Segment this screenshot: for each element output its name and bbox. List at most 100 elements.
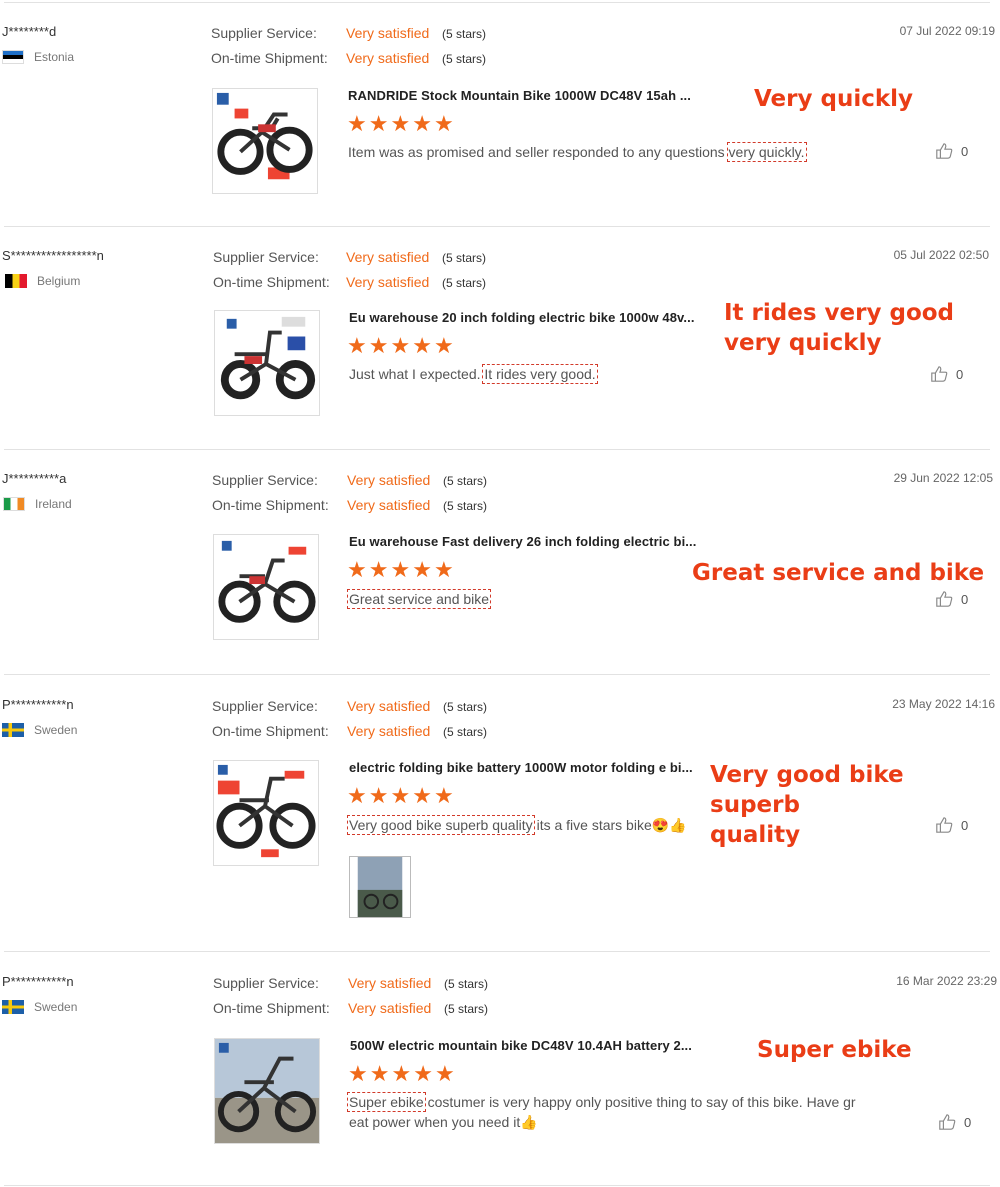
- annotation-line: Very quickly: [754, 86, 914, 112]
- shipment-label: On-time Shipment:: [213, 1000, 330, 1016]
- like-button[interactable]: 0: [938, 1113, 971, 1131]
- star-icon: ★: [368, 783, 389, 808]
- annotation-note: Great service and bike: [692, 558, 984, 588]
- like-button[interactable]: 0: [930, 365, 963, 383]
- shipment-label: On-time Shipment:: [213, 274, 330, 290]
- like-button[interactable]: 0: [935, 590, 968, 608]
- reviewer-name: J**********a: [2, 471, 67, 486]
- shipment-label: On-time Shipment:: [212, 723, 329, 739]
- shipment-label: On-time Shipment:: [212, 497, 329, 513]
- review-text-part: its a five stars bike: [532, 817, 652, 833]
- bike-image-icon: [220, 316, 316, 400]
- shipment-stars: (5 stars): [443, 499, 488, 513]
- highlighted-text: It rides very good.: [482, 364, 598, 384]
- reviewer-name: P***********n: [2, 974, 74, 989]
- divider: [4, 226, 990, 227]
- shipment-value: Very satisfied: [346, 274, 430, 290]
- ireland-flag-icon: [3, 497, 25, 511]
- supplier-service-label: Supplier Service:: [211, 25, 317, 41]
- star-icon: ★: [348, 1061, 368, 1086]
- annotation-line: Super ebike: [757, 1037, 912, 1063]
- reviewer-country: Estonia: [2, 50, 74, 64]
- like-button[interactable]: 0: [935, 142, 968, 160]
- highlighted-text: Great service and bike: [346, 589, 492, 609]
- product-title[interactable]: 500W electric mountain bike DC48V 10.4AH…: [350, 1038, 692, 1053]
- supplier-service-value: Very satisfied: [346, 25, 430, 41]
- thumbs-up-icon: [939, 1114, 956, 1130]
- thumbs-up-emoji-icon: 👍: [669, 817, 687, 833]
- bike-image-icon: [216, 764, 316, 858]
- star-rating: ★ ★ ★ ★ ★: [347, 785, 454, 807]
- star-icon: ★: [434, 1061, 455, 1086]
- reviewer-country: Sweden: [2, 1000, 77, 1014]
- reviewer-country: Belgium: [5, 274, 80, 288]
- highlighted-text: Very good bike superb quality: [347, 815, 535, 835]
- review-text: Just what I expected. It rides very good…: [349, 364, 598, 384]
- sweden-flag-icon: [2, 1000, 24, 1014]
- heart-eyes-emoji-icon: 😍: [651, 817, 670, 833]
- star-rating: ★ ★ ★ ★ ★: [347, 559, 454, 581]
- supplier-service-value: Very satisfied: [346, 249, 430, 265]
- like-count: 0: [961, 591, 969, 607]
- shipment-stars: (5 stars): [444, 1002, 489, 1016]
- annotation-line: Very good bike superb: [710, 762, 904, 818]
- annotation-line: It rides very good: [724, 300, 955, 326]
- divider: [4, 449, 990, 450]
- shipment-stars: (5 stars): [442, 276, 487, 290]
- country-label: Ireland: [35, 497, 72, 511]
- star-rating: ★ ★ ★ ★ ★: [347, 113, 454, 135]
- product-title[interactable]: Eu warehouse Fast delivery 26 inch foldi…: [349, 534, 696, 549]
- country-label: Belgium: [37, 274, 81, 288]
- star-icon: ★: [412, 557, 432, 582]
- review-photo[interactable]: [349, 856, 411, 918]
- supplier-service-label: Supplier Service:: [212, 698, 318, 714]
- star-icon: ★: [412, 783, 432, 808]
- review-text: Super ebike costumer is very happy only …: [347, 1092, 889, 1132]
- product-thumbnail[interactable]: [212, 88, 318, 194]
- like-count: 0: [961, 143, 969, 159]
- review-text-part: eat power when you need it: [349, 1114, 521, 1130]
- highlighted-text: very quickly.: [726, 142, 807, 162]
- product-thumbnail[interactable]: [214, 310, 320, 416]
- like-count: 0: [964, 1114, 972, 1130]
- bike-image-icon: [215, 1039, 319, 1143]
- product-title[interactable]: RANDRIDE Stock Mountain Bike 1000W DC48V…: [348, 88, 691, 103]
- annotation-note: Very good bike superb quality: [710, 760, 1000, 850]
- annotation-note: Super ebike: [757, 1035, 912, 1065]
- thumbs-up-emoji-icon: 👍: [520, 1114, 538, 1130]
- country-label: Estonia: [34, 50, 75, 64]
- star-icon: ★: [368, 111, 389, 136]
- annotation-line: very quickly: [724, 330, 882, 356]
- supplier-service-stars: (5 stars): [444, 977, 489, 991]
- supplier-service-label: Supplier Service:: [212, 472, 318, 488]
- belgium-flag-icon: [5, 274, 27, 288]
- shipment-value: Very satisfied: [347, 723, 431, 739]
- review-date: 05 Jul 2022 02:50: [893, 248, 989, 262]
- star-icon: ★: [347, 557, 367, 582]
- product-thumbnail[interactable]: [214, 1038, 320, 1144]
- star-icon: ★: [347, 783, 367, 808]
- annotation-note: Very quickly: [754, 84, 913, 114]
- star-icon: ★: [433, 333, 454, 358]
- divider: [4, 674, 990, 675]
- star-icon: ★: [433, 557, 454, 582]
- supplier-service-stars: (5 stars): [442, 27, 487, 41]
- sweden-flag-icon: [2, 723, 24, 737]
- reviewer-name: J********d: [2, 24, 57, 39]
- review-text-part: Item was as promised and seller responde…: [348, 144, 729, 160]
- reviewer-name: P***********n: [2, 697, 74, 712]
- product-title[interactable]: electric folding bike battery 1000W moto…: [349, 760, 693, 775]
- shipment-stars: (5 stars): [442, 52, 487, 66]
- product-thumbnail[interactable]: [213, 534, 319, 640]
- star-icon: ★: [347, 111, 367, 136]
- product-title[interactable]: Eu warehouse 20 inch folding electric bi…: [349, 310, 695, 325]
- star-icon: ★: [412, 111, 432, 136]
- product-thumbnail[interactable]: [213, 760, 319, 866]
- supplier-service-stars: (5 stars): [442, 251, 487, 265]
- supplier-service-value: Very satisfied: [348, 975, 432, 991]
- star-icon: ★: [433, 111, 454, 136]
- review-text-line: eat power when you need it👍: [349, 1112, 889, 1132]
- thumbs-up-icon: [936, 591, 953, 607]
- star-icon: ★: [390, 111, 411, 136]
- review-date: 29 Jun 2022 12:05: [893, 471, 993, 485]
